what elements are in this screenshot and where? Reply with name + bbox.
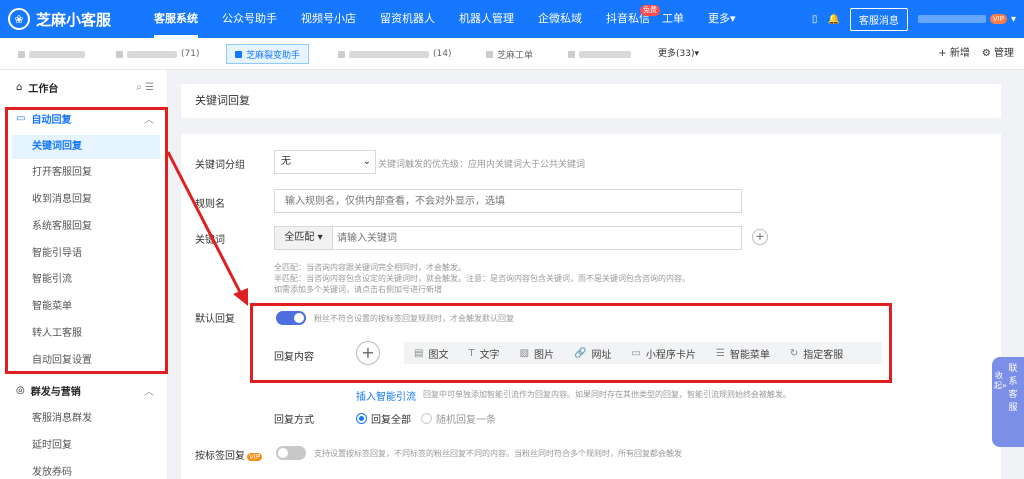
annotation-arrow [166, 151, 248, 306]
